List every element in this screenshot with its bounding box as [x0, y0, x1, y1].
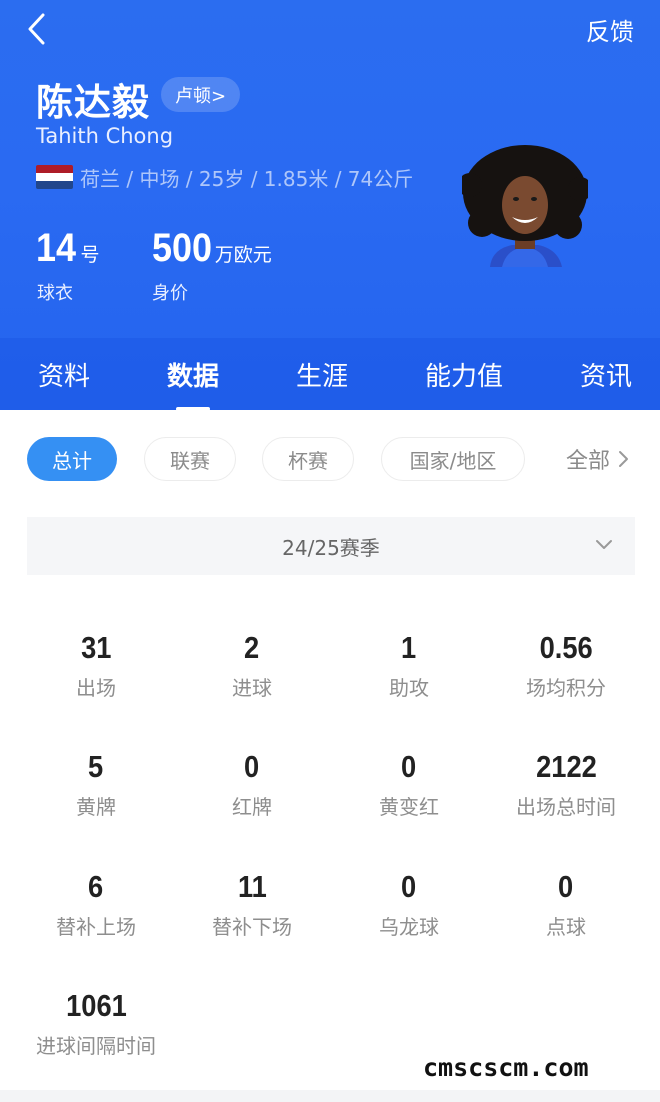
stat-label: 进球 — [232, 676, 272, 700]
club-link[interactable]: 卢顿> — [161, 77, 241, 112]
season-selector[interactable]: 24/25赛季 — [27, 517, 635, 575]
stat-label: 场均积分 — [526, 676, 606, 700]
netherlands-flag-icon — [36, 165, 73, 189]
stat-cell: 1061 进球间隔时间 — [11, 988, 181, 1059]
tab-career[interactable]: 生涯 — [296, 356, 348, 393]
stat-value: 1061 — [65, 988, 127, 1023]
stat-cell: 2122 出场总时间 — [481, 749, 651, 820]
stat-cell: 0 点球 — [481, 869, 651, 940]
stat-value: 5 — [88, 749, 104, 784]
tab-data[interactable]: 数据 — [167, 356, 219, 411]
stat-label: 出场总时间 — [516, 795, 616, 819]
player-avatar — [462, 145, 588, 267]
chevron-down-icon — [596, 540, 612, 549]
stat-value: 11 — [237, 869, 267, 904]
season-label: 24/25赛季 — [282, 535, 380, 560]
market-value-number: 500 — [152, 226, 213, 270]
stat-value: 0 — [244, 749, 260, 784]
player-info-line: 荷兰 / 中场 / 25岁 / 1.85米 / 74公斤 — [80, 167, 414, 191]
stat-cell: 1 助攻 — [324, 630, 494, 701]
stat-value: 2122 — [535, 749, 597, 784]
market-value: 500 万欧元 — [152, 226, 272, 271]
stat-value: 0 — [401, 869, 417, 904]
stat-label: 黄牌 — [76, 795, 116, 819]
bottom-divider — [0, 1090, 660, 1102]
tab-news[interactable]: 资讯 — [580, 356, 632, 393]
filter-chip-league[interactable]: 联赛 — [144, 437, 236, 481]
player-english-name: Tahith Chong — [36, 124, 174, 148]
stat-label: 替补下场 — [212, 915, 292, 939]
stat-cell: 6 替补上场 — [11, 869, 181, 940]
stat-cell: 0.56 场均积分 — [481, 630, 651, 701]
stat-cell: 2 进球 — [167, 630, 337, 701]
stat-label: 进球间隔时间 — [36, 1034, 156, 1058]
jersey-caption: 球衣 — [37, 283, 73, 304]
chevron-left-icon — [28, 13, 45, 45]
market-value-unit: 万欧元 — [214, 244, 272, 266]
stat-cell: 0 红牌 — [167, 749, 337, 820]
stat-label: 红牌 — [232, 795, 272, 819]
filter-chip-total[interactable]: 总计 — [27, 437, 117, 481]
stat-value: 0.56 — [539, 630, 593, 665]
jersey-number: 14 号 — [36, 226, 100, 271]
stat-value: 0 — [558, 869, 574, 904]
tab-profile[interactable]: 资料 — [38, 356, 90, 393]
stat-cell: 0 黄变红 — [324, 749, 494, 820]
competition-filter: 总计 联赛 杯赛 国家/地区 全部 — [0, 437, 660, 482]
stat-cell: 0 乌龙球 — [324, 869, 494, 940]
filter-all-label: 全部 — [566, 449, 611, 474]
stat-value: 2 — [244, 630, 260, 665]
filter-all-button[interactable]: 全部 — [566, 437, 630, 481]
stat-value: 0 — [401, 749, 417, 784]
player-name: 陈达毅 — [36, 81, 150, 124]
back-button[interactable] — [20, 10, 54, 48]
jersey-number-value: 14 — [36, 226, 77, 270]
stat-label: 点球 — [546, 915, 586, 939]
profile-tabs: 资料 数据 生涯 能力值 资讯 — [0, 338, 660, 411]
filter-chip-cup[interactable]: 杯赛 — [262, 437, 354, 481]
stat-value: 31 — [80, 630, 112, 665]
market-value-caption: 身价 — [152, 283, 188, 304]
stat-label: 乌龙球 — [379, 915, 439, 939]
stat-label: 黄变红 — [379, 795, 439, 819]
stat-cell: 5 黄牌 — [11, 749, 181, 820]
stat-value: 1 — [401, 630, 417, 665]
stat-value: 6 — [88, 869, 104, 904]
stat-cell: 31 出场 — [11, 630, 181, 701]
tab-ability[interactable]: 能力值 — [425, 356, 503, 393]
feedback-link[interactable]: 反馈 — [586, 12, 634, 47]
filter-chip-national[interactable]: 国家/地区 — [381, 437, 525, 481]
watermark: cmscscm.com — [423, 1053, 589, 1082]
stat-label: 替补上场 — [56, 915, 136, 939]
chevron-right-icon — [619, 451, 629, 467]
stat-cell: 11 替补下场 — [167, 869, 337, 940]
stat-label: 助攻 — [389, 676, 429, 700]
jersey-number-unit: 号 — [80, 244, 100, 266]
stat-label: 出场 — [76, 676, 116, 700]
